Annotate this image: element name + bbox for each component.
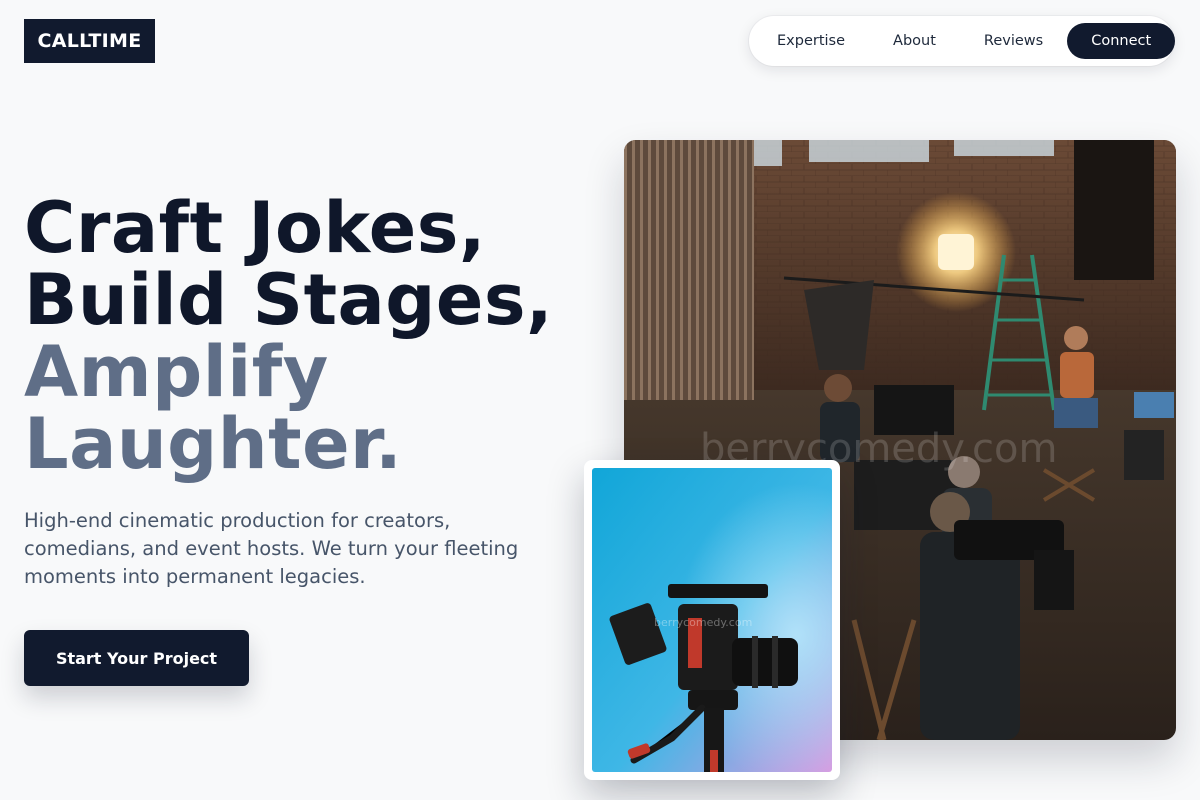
start-project-button[interactable]: Start Your Project bbox=[24, 630, 249, 686]
headline-line-3: Amplify bbox=[24, 331, 329, 413]
nav-link-about[interactable]: About bbox=[869, 23, 960, 59]
nav-link-reviews[interactable]: Reviews bbox=[960, 23, 1067, 59]
top-nav: Expertise About Reviews Connect bbox=[749, 16, 1176, 66]
headline-line-4: Laughter. bbox=[24, 403, 403, 485]
hero-headline: Craft Jokes, Build Stages, Amplify Laugh… bbox=[24, 192, 553, 480]
brand-logo[interactable]: CALLTIME bbox=[24, 19, 155, 63]
headline-line-2: Build Stages, bbox=[24, 259, 554, 341]
brand-logo-text: CALLTIME bbox=[37, 30, 142, 52]
camera-photo-card: berrycomedy.com bbox=[584, 460, 840, 780]
headline-line-1: Craft Jokes, bbox=[24, 187, 486, 269]
landing-page: CALLTIME Expertise About Reviews Connect… bbox=[0, 0, 1200, 800]
hero-subtitle: High-end cinematic production for creato… bbox=[24, 509, 519, 588]
nav-link-expertise[interactable]: Expertise bbox=[753, 23, 869, 59]
camera-photo: berrycomedy.com bbox=[592, 468, 832, 772]
camera-photo-watermark: berrycomedy.com bbox=[654, 616, 752, 629]
nav-connect-button[interactable]: Connect bbox=[1067, 23, 1176, 59]
